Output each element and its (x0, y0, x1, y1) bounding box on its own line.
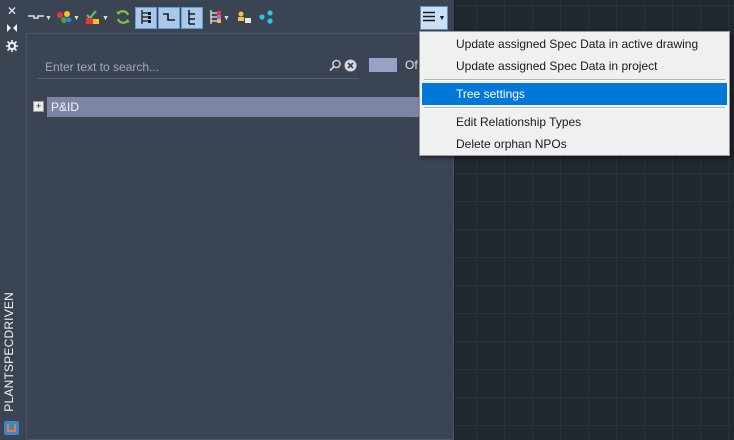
palette-panel: ▼ ▼ ▼ ▼ Enter text to search... Of + P&I… (24, 0, 454, 440)
menu-item-update-project[interactable]: Update assigned Spec Data in project (422, 55, 727, 77)
palette-title-strip: ✕ PLANTSPECDRIVEN (0, 0, 25, 440)
refresh-button[interactable] (113, 7, 133, 29)
chevron-down-icon: ▼ (45, 14, 52, 22)
hierarchy-options-button[interactable]: ▼ (206, 7, 232, 29)
menu-item-tree-settings[interactable]: Tree settings (422, 83, 727, 105)
indent-view-button[interactable] (181, 7, 203, 29)
menu-item-update-active-drawing[interactable]: Update assigned Spec Data in active draw… (422, 33, 727, 55)
chevron-down-icon: ▼ (102, 14, 109, 22)
assign-user-icon (236, 10, 252, 27)
menu-separator (424, 79, 725, 81)
menu-item-edit-relationship-types[interactable]: Edit Relationship Types (422, 111, 727, 133)
refresh-icon (115, 9, 131, 28)
chevron-down-icon: ▼ (223, 14, 230, 22)
close-icon[interactable]: ✕ (4, 4, 20, 18)
filter-label: Of (405, 58, 418, 72)
chevron-down-icon: ▼ (438, 14, 446, 22)
auto-hide-icon[interactable] (4, 22, 20, 36)
assign-user-button[interactable] (234, 7, 254, 29)
chevron-down-icon: ▼ (73, 14, 80, 22)
palette-title: PLANTSPECDRIVEN (2, 292, 16, 412)
validate-button[interactable]: ▼ (84, 7, 110, 29)
connector-style-button[interactable]: ▼ (28, 7, 52, 29)
menu-separator (424, 107, 725, 109)
palette-menu-dropdown: Update assigned Spec Data in active draw… (419, 31, 730, 156)
tree-item-label: P&ID (51, 100, 80, 114)
properties-icon[interactable] (4, 40, 20, 54)
toolbar: ▼ ▼ ▼ ▼ (24, 7, 454, 29)
network-icon (259, 9, 273, 27)
connector-style-icon (28, 11, 45, 25)
search-box (37, 54, 359, 80)
menu-item-delete-orphan-npos[interactable]: Delete orphan NPOs (422, 133, 727, 155)
filter-color-swatch[interactable] (369, 58, 397, 72)
palette-content: Of + P&ID (26, 33, 454, 440)
clear-search-icon[interactable] (344, 59, 357, 75)
validate-check-icon (85, 9, 101, 28)
color-dots-button[interactable]: ▼ (55, 7, 81, 29)
flat-view-button[interactable] (158, 7, 180, 29)
color-dots-icon (56, 10, 72, 27)
tree-view-button[interactable] (135, 7, 157, 29)
indent-view-icon (186, 9, 198, 28)
hamburger-icon (422, 11, 436, 25)
search-input[interactable] (43, 54, 317, 80)
flat-view-icon (162, 11, 176, 26)
search-icon[interactable] (329, 59, 342, 75)
tree-item-pid[interactable]: + P&ID (33, 97, 453, 117)
palette-menu-button[interactable]: ▼ (420, 6, 448, 30)
expand-plus-icon[interactable]: + (33, 101, 44, 112)
hierarchy-options-icon (208, 9, 222, 28)
tree-view-icon (139, 9, 153, 28)
plant-logo-icon (4, 421, 19, 435)
network-button[interactable] (256, 7, 276, 29)
